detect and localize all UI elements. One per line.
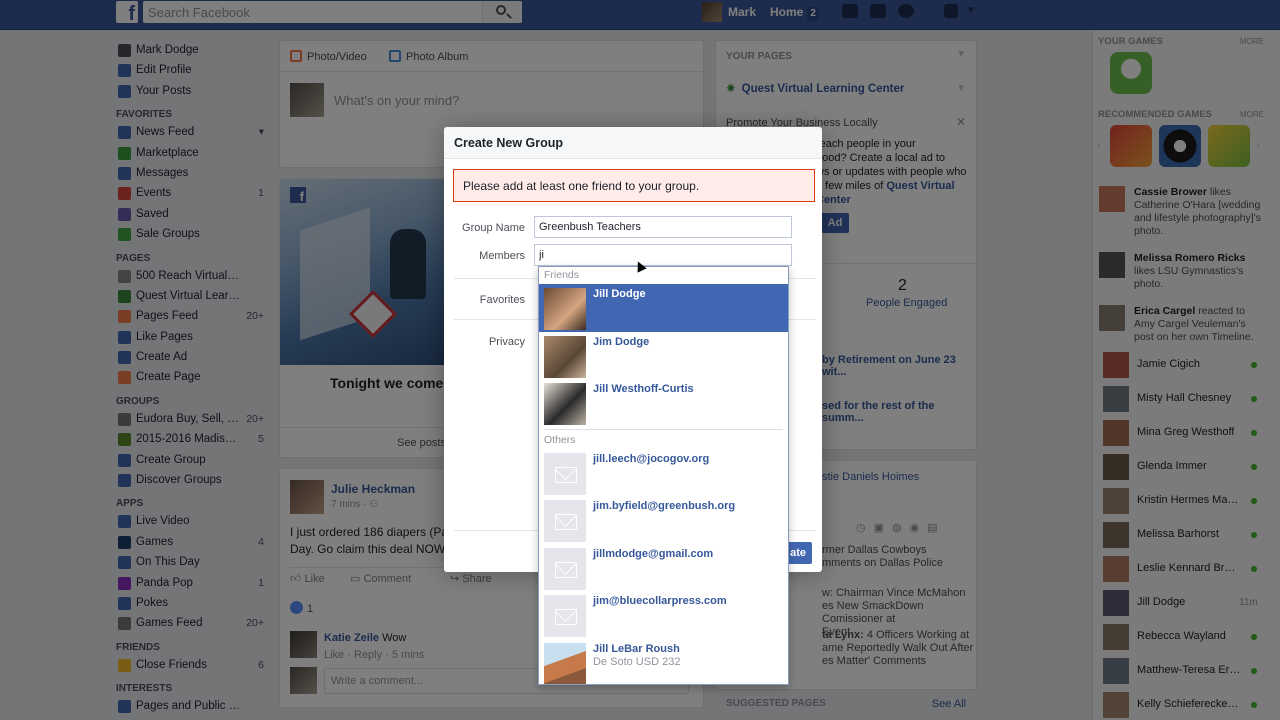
members-input[interactable] <box>534 244 792 266</box>
result-name: Jill LeBar Roush <box>593 642 680 655</box>
typeahead-other-result[interactable]: Jill LeBar Roush De Soto USD 232 <box>539 638 788 684</box>
typeahead-friend-result[interactable]: Jill Westhoff-Curtis <box>539 379 788 427</box>
email-envelope-icon <box>544 547 586 590</box>
error-message: Please add at least one friend to your g… <box>453 169 815 202</box>
avatar <box>544 335 586 378</box>
avatar <box>544 383 586 425</box>
members-typeahead: Friends Jill Dodge Jim Dodge Jill Westhoff-… <box>538 266 789 685</box>
result-subtitle: De Soto USD 232 <box>593 655 681 668</box>
typeahead-other-result[interactable]: jim@bluecollarpress.com <box>539 591 788 639</box>
result-name: Jim Dodge <box>593 335 650 348</box>
dialog-title: Create New Group <box>444 127 822 159</box>
friends-section-header: Friends <box>544 269 580 281</box>
typeahead-other-result[interactable]: jillmdodge@gmail.com <box>539 543 788 591</box>
members-label: Members <box>479 250 525 262</box>
result-name: jill.leech@jocogov.org <box>593 452 710 465</box>
result-name: Jill Westhoff-Curtis <box>593 383 694 395</box>
group-name-label: Group Name <box>462 222 525 234</box>
result-name: jim@bluecollarpress.com <box>593 595 727 607</box>
typeahead-friend-result[interactable]: Jill Dodge <box>539 284 788 332</box>
email-envelope-icon <box>544 595 586 637</box>
email-envelope-icon <box>544 452 586 495</box>
privacy-label: Privacy <box>488 336 525 348</box>
result-name: Jill Dodge <box>593 288 646 300</box>
typeahead-other-result[interactable]: jim.byfield@greenbush.org <box>539 496 788 544</box>
others-section-header: Others <box>544 433 576 446</box>
divider <box>544 428 783 430</box>
group-name-input[interactable] <box>534 216 792 238</box>
avatar <box>544 288 586 330</box>
typeahead-other-result[interactable]: jill.leech@jocogov.org <box>539 448 788 496</box>
typeahead-friend-result[interactable]: Jim Dodge <box>539 331 788 379</box>
result-name: jillmdodge@gmail.com <box>593 547 714 560</box>
avatar <box>544 642 586 684</box>
favorites-label: Favorites <box>479 294 525 306</box>
result-name: jim.byfield@greenbush.org <box>593 500 736 512</box>
email-envelope-icon <box>544 500 586 542</box>
